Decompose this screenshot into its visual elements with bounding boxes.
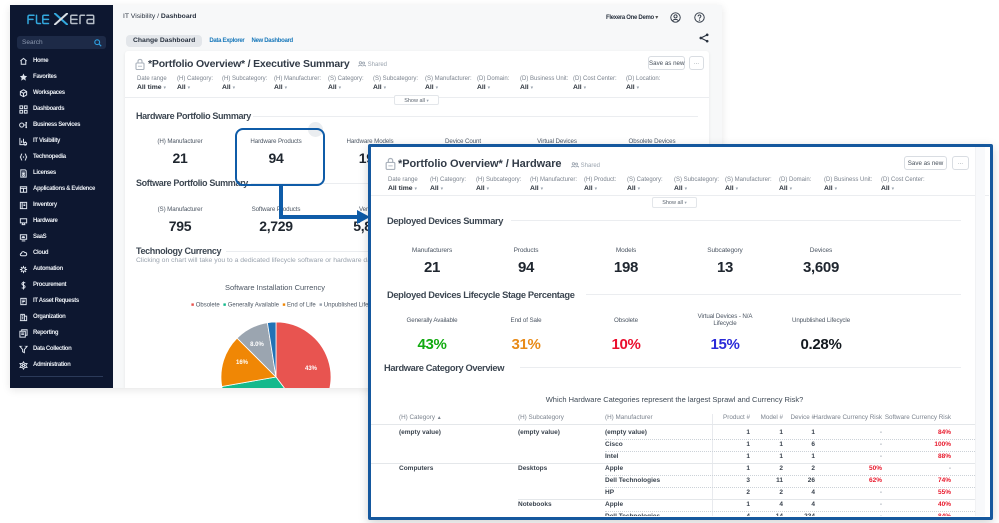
svg-text:8.0%: 8.0% <box>250 342 264 348</box>
svg-text:16%: 16% <box>236 360 249 366</box>
svg-text:43%: 43% <box>305 366 318 372</box>
